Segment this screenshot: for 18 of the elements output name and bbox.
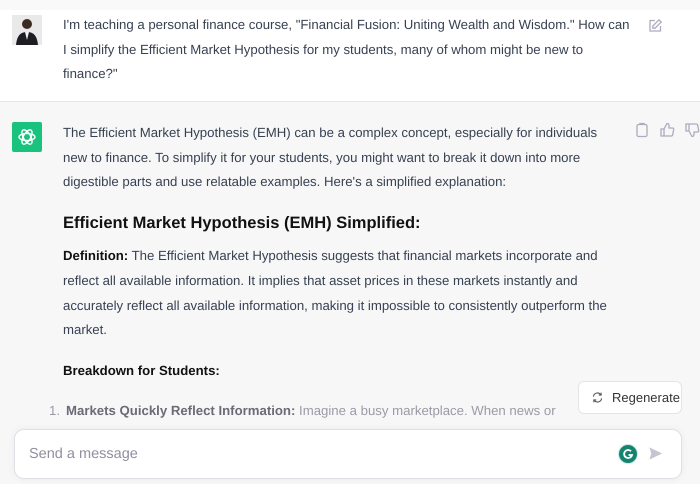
message-text: I'm teaching a personal finance course, "Financial Fusion: Uniting Wealth and Wisdom." How can I simplify the Efficient Market Hypothesis for my students, many of whom might be new to finance?"	[63, 16, 631, 84]
grammarly-icon[interactable]	[618, 444, 638, 464]
list-number: 1.	[49, 402, 60, 420]
send-icon[interactable]	[648, 446, 663, 461]
regenerate-button[interactable]: Regenerate	[578, 381, 682, 414]
subheading: Breakdown for Students:	[63, 362, 221, 380]
message-text: The Efficient Market Hypothesis (EMH) can be a complex concept, especially for individuals new to finance. To simplify it for your students, you might want to break it down into more digestible parts and use relatable examples. Here's a simplified explanation:	[63, 124, 598, 192]
thumbs-up-icon[interactable]	[659, 122, 675, 138]
copy-icon[interactable]	[634, 122, 650, 138]
message-input[interactable]: Send a message	[14, 429, 682, 479]
logo-icon	[12, 122, 42, 152]
thumbs-down-icon[interactable]	[684, 122, 700, 138]
section-heading: Efficient Market Hypothesis (EMH) Simplified:	[63, 213, 422, 234]
refresh-icon	[591, 391, 604, 404]
message-text: Definition: The Efficient Market Hypothesis suggests that financial markets incorporate and reflect all available information. It implies that asset prices in these markets instantly and accurately reflect all available information, making it impossible to consistently outperform the market.	[63, 247, 608, 340]
edit-icon[interactable]	[647, 18, 663, 34]
avatar-icon	[12, 15, 42, 45]
list-item-text: Markets Quickly Reflect Information: Imagine a busy marketplace. When news or	[66, 402, 556, 420]
